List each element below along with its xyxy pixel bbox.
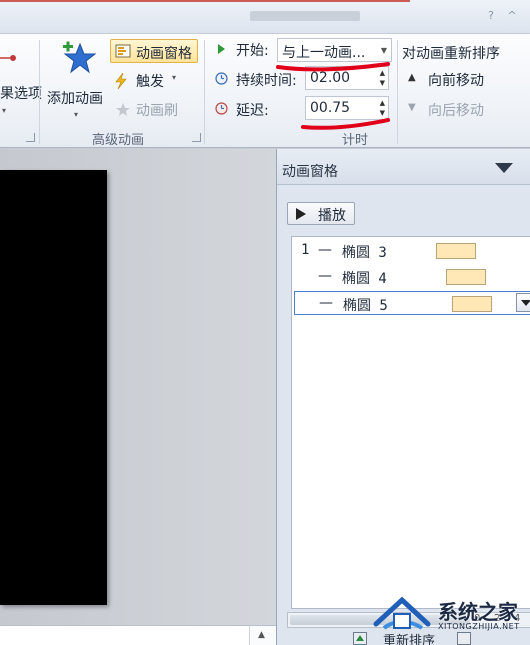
- effect-options-label[interactable]: 果选项: [0, 83, 42, 103]
- spinner-down-icon[interactable]: ▼: [380, 79, 385, 87]
- animation-painter-star-icon: [116, 103, 130, 116]
- watermark-subtext: XITONGZHIJIA.NET: [438, 622, 520, 631]
- effect-options-launcher-icon[interactable]: [26, 133, 35, 142]
- group-separator: [397, 40, 398, 144]
- animation-timeline-bar[interactable]: [436, 243, 476, 259]
- window-title-blurred: [250, 11, 360, 21]
- ribbon-collapse-icon[interactable]: ^: [505, 10, 519, 22]
- play-icon: [296, 208, 306, 220]
- animation-timeline-bar[interactable]: [446, 269, 486, 285]
- animation-item-name: 椭圆 3: [342, 245, 387, 261]
- animation-timeline-bar[interactable]: [452, 296, 492, 312]
- animation-painter-button[interactable]: 动画刷: [114, 100, 188, 120]
- help-icon[interactable]: ?: [484, 10, 498, 22]
- red-underline-start: [276, 62, 390, 72]
- title-accent-line: [0, 0, 410, 2]
- notes-field[interactable]: [0, 626, 250, 645]
- start-play-icon: [218, 44, 225, 54]
- animation-list[interactable]: 1 — 椭圆 3 — 椭圆 4 — 椭圆 5: [291, 236, 530, 609]
- watermark: 系统之家 XITONGZHIJIA.NET: [368, 590, 530, 645]
- animation-item-number: 1: [301, 242, 310, 258]
- add-animation-arrow-icon: ▾: [74, 110, 79, 119]
- group-separator: [39, 40, 40, 144]
- reorder-label: 对动画重新排序: [402, 46, 500, 62]
- spinner-up-icon[interactable]: ▲: [380, 99, 385, 107]
- reorder-up-icon[interactable]: [353, 632, 367, 645]
- chevron-down-icon: ▼: [380, 46, 387, 55]
- animation-pane-button[interactable]: 动画窗格: [110, 39, 198, 63]
- arrow-up-icon: ▲: [408, 72, 416, 83]
- move-later-button[interactable]: ▼ 向后移动: [408, 100, 518, 120]
- red-underline-delay: [301, 118, 390, 130]
- animation-painter-label: 动画刷: [136, 103, 178, 119]
- animation-item-dash: —: [318, 268, 332, 284]
- delay-clock-icon: [215, 102, 228, 115]
- delay-value: 00.75: [310, 100, 351, 116]
- advanced-animation-group-label: 高级动画: [92, 133, 145, 148]
- watermark-logo-icon: [373, 596, 431, 630]
- play-label: 播放: [318, 208, 346, 224]
- move-later-label: 向后移动: [428, 103, 484, 119]
- add-animation-button[interactable]: 添加动画 ▾: [46, 40, 110, 126]
- animation-pane-icon: [115, 44, 131, 58]
- title-bar: ? ^: [0, 0, 530, 34]
- add-animation-star-icon: [63, 41, 96, 74]
- watermark-text: 系统之家: [438, 600, 518, 624]
- group-separator: [204, 40, 205, 144]
- scroll-up-icon[interactable]: ▲: [258, 630, 265, 640]
- animation-item[interactable]: 1 — 椭圆 3: [292, 239, 530, 263]
- animation-item-name: 椭圆 5: [343, 298, 388, 314]
- move-earlier-label: 向前移动: [428, 73, 484, 89]
- arrow-down-icon: ▼: [408, 102, 416, 113]
- move-earlier-button[interactable]: ▲ 向前移动: [408, 70, 518, 90]
- notes-strip: ▲: [0, 625, 276, 645]
- start-label: 开始:: [236, 43, 269, 59]
- ribbon: 果选项 ▾ 添加动画 ▾ 动画窗格 触发 ▾ 动画刷 高级动画 开始: 与上一动…: [0, 34, 530, 148]
- animation-item-dash: —: [318, 242, 332, 258]
- animation-pane: 动画窗格 播放 1 — 椭圆 3 — 椭圆 4 — 椭圆 5 0 2 4 重新排…: [276, 149, 530, 645]
- animation-pane-label: 动画窗格: [136, 46, 192, 62]
- lightning-icon: [115, 73, 127, 89]
- animation-pane-header: 动画窗格: [277, 149, 530, 185]
- effect-options-arrow-icon[interactable]: ▾: [2, 106, 6, 115]
- pane-menu-icon[interactable]: [495, 163, 513, 173]
- animation-item-selected[interactable]: — 椭圆 5: [294, 291, 530, 315]
- advanced-animation-launcher-icon[interactable]: [192, 133, 201, 142]
- animation-item[interactable]: — 椭圆 4: [292, 265, 530, 289]
- play-button[interactable]: 播放: [287, 202, 355, 225]
- add-animation-label: 添加动画: [47, 91, 103, 107]
- slide-canvas[interactable]: [0, 170, 107, 605]
- animation-item-name: 椭圆 4: [342, 271, 387, 287]
- trigger-arrow-icon: ▾: [172, 73, 177, 82]
- trigger-button[interactable]: 触发 ▾: [114, 71, 184, 91]
- item-dropdown-button[interactable]: [516, 293, 530, 312]
- animation-item-dash: —: [319, 295, 333, 311]
- duration-clock-icon: [215, 72, 228, 85]
- animation-pane-title: 动画窗格: [282, 164, 338, 180]
- delay-label: 延迟:: [236, 103, 269, 119]
- effect-options-icon: [0, 55, 16, 61]
- trigger-label: 触发: [136, 74, 164, 90]
